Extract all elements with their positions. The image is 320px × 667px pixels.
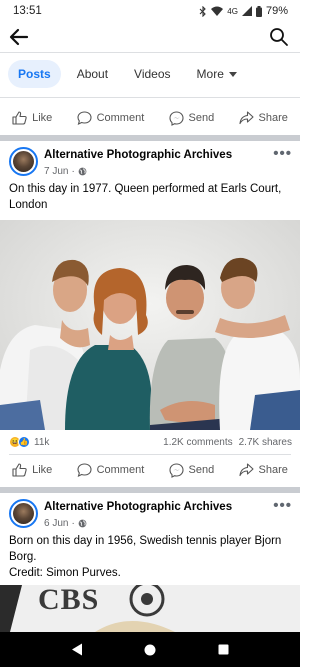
post-meta: 6 Jun ·	[44, 518, 87, 529]
avatar-image	[13, 151, 34, 172]
avatar-image	[13, 503, 34, 524]
post-text: Born on this day in 1956, Swedish tennis…	[9, 535, 282, 579]
comment-bubble-icon	[77, 111, 92, 125]
globe-icon	[78, 519, 87, 528]
tab-about[interactable]: About	[67, 60, 118, 88]
post-date[interactable]: 7 Jun	[44, 166, 68, 177]
tabs-divider	[0, 97, 300, 98]
like-button[interactable]: Like	[12, 111, 52, 125]
post-date[interactable]: 6 Jun	[44, 518, 68, 529]
family-photo-image	[0, 220, 300, 430]
send-button[interactable]: Send	[168, 462, 215, 478]
action-bar: Like Comment Send Share	[0, 457, 300, 483]
post-author[interactable]: Alternative Photographic Archives	[44, 149, 232, 161]
signal-icon	[241, 6, 252, 16]
post-actions-divider	[9, 454, 291, 455]
like-label: Like	[32, 112, 53, 124]
status-icons: 4G 79%	[199, 5, 288, 17]
comment-button[interactable]: Comment	[77, 463, 145, 477]
cbs-logo-text: CBS	[38, 585, 100, 616]
recents-square-icon[interactable]	[218, 644, 229, 655]
share-label: Share	[258, 112, 288, 124]
battery-percent: 79%	[265, 5, 288, 17]
bluetooth-icon	[199, 5, 207, 17]
send-label: Send	[188, 112, 215, 124]
caret-down-icon	[228, 71, 237, 77]
thumbs-up-icon	[12, 463, 27, 477]
post-photo[interactable]	[0, 220, 300, 430]
post-meta: 7 Jun ·	[44, 166, 87, 177]
share-button[interactable]: Share	[238, 463, 288, 477]
meta-dot: ·	[71, 518, 75, 529]
action-bar-previous: Like Comment Send Share	[0, 105, 300, 131]
home-circle-icon[interactable]	[144, 644, 156, 656]
like-label: Like	[32, 464, 53, 476]
meta-dot: ·	[71, 166, 75, 177]
messenger-icon	[168, 462, 184, 478]
share-label: Share	[258, 464, 288, 476]
share-arrow-icon	[238, 111, 254, 125]
share-arrow-icon	[238, 463, 254, 477]
top-nav	[0, 22, 300, 52]
post-separator	[0, 135, 300, 141]
engagement-counts: 1.2K comments 2.7K shares	[163, 437, 292, 448]
tab-more[interactable]: More	[187, 60, 247, 88]
send-button[interactable]: Send	[168, 110, 215, 126]
reactions-summary[interactable]: 😆 👍 11k	[9, 436, 49, 448]
tab-posts[interactable]: Posts	[8, 60, 61, 88]
status-bar: 13:51 4G 79%	[0, 0, 300, 22]
messenger-icon	[168, 110, 184, 126]
post-author[interactable]: Alternative Photographic Archives	[44, 501, 232, 513]
reaction-count: 11k	[34, 436, 50, 448]
status-time: 13:51	[13, 5, 42, 17]
comment-bubble-icon	[77, 463, 92, 477]
battery-icon	[255, 5, 262, 17]
avatar[interactable]	[9, 499, 38, 528]
like-button[interactable]: Like	[12, 463, 52, 477]
more-options-icon[interactable]: •••	[273, 145, 292, 162]
post-photo[interactable]: CBS	[0, 585, 300, 632]
comment-label: Comment	[96, 112, 145, 124]
back-arrow-icon[interactable]	[8, 26, 30, 48]
tab-videos[interactable]: Videos	[124, 60, 180, 88]
back-triangle-icon[interactable]	[71, 643, 83, 656]
comment-button[interactable]: Comment	[77, 111, 145, 125]
thumbs-up-icon	[12, 111, 27, 125]
comment-count[interactable]: 1.2K comments	[163, 437, 232, 448]
network-type: 4G	[227, 6, 238, 16]
post-separator	[0, 487, 300, 493]
page-tabs: Posts About Videos More	[0, 58, 300, 90]
system-nav-bar	[0, 632, 300, 667]
share-count[interactable]: 2.7K shares	[239, 437, 292, 448]
avatar[interactable]	[9, 147, 38, 176]
search-icon[interactable]	[268, 26, 290, 48]
nav-divider	[0, 52, 300, 53]
post-text: On this day in 1977. Queen performed at …	[9, 183, 282, 211]
like-reaction-icon: 👍	[18, 436, 30, 448]
wifi-icon	[211, 6, 224, 16]
tab-more-label: More	[196, 67, 224, 81]
send-label: Send	[188, 464, 215, 476]
comment-label: Comment	[96, 464, 145, 476]
share-button[interactable]: Share	[238, 111, 288, 125]
globe-icon	[78, 167, 87, 176]
more-options-icon[interactable]: •••	[273, 497, 292, 514]
